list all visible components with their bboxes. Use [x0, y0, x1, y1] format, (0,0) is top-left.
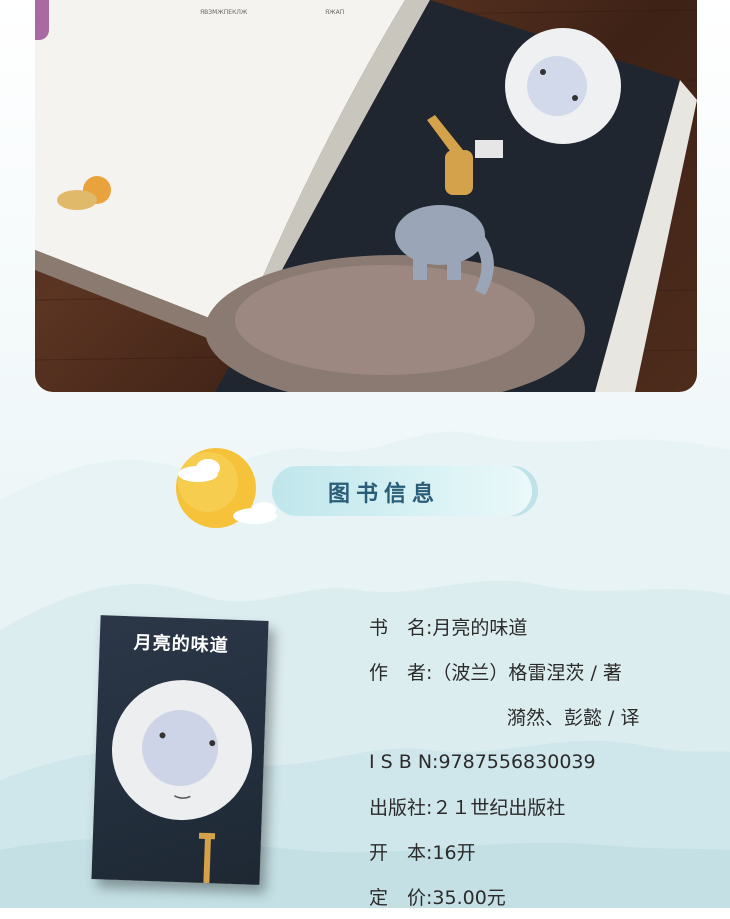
info-row-translator: 漪然、彭懿 / 译	[369, 694, 699, 739]
section-header: 图书信息	[160, 436, 560, 546]
flower-decoration	[35, 0, 49, 40]
info-value-author: （波兰）格雷涅茨 / 著	[432, 662, 622, 684]
info-label-format: 开 本:	[369, 842, 433, 864]
info-row-author: 作 者: （波兰）格雷涅茨 / 著	[369, 649, 699, 694]
info-label-price: 定 价:	[369, 887, 433, 909]
info-value-price: 35.00元	[432, 887, 506, 909]
info-value-translator: 漪然、彭懿 / 译	[507, 707, 640, 729]
book-cover: 月亮的味道	[91, 615, 269, 885]
info-label-author: 作 者:	[369, 662, 433, 684]
info-row-title: 书 名: 月亮的味道	[369, 604, 699, 649]
info-label-publisher: 出版社:	[369, 797, 433, 819]
info-row-price: 定 价: 35.00元	[369, 874, 699, 919]
info-value-isbn: 9787556830039	[438, 750, 596, 773]
info-row-publisher: 出版社: ２１世纪出版社	[369, 784, 699, 829]
info-value-publisher: ２１世纪出版社	[432, 797, 566, 819]
info-label-title: 书 名:	[369, 617, 433, 639]
book-photo: ЯВЗМЖПЕКЛЖ ЯЖАП	[35, 0, 697, 392]
section-title: 图书信息	[328, 482, 441, 507]
info-value-title: 月亮的味道	[432, 617, 528, 639]
page-tiny-text: ЯВЗМЖПЕКЛЖ	[200, 9, 248, 16]
info-label-isbn: I S B N:	[369, 750, 439, 773]
open-book-illustration: ЯВЗМЖПЕКЛЖ ЯЖАП	[35, 0, 697, 392]
info-row-isbn: I S B N: 9787556830039	[369, 739, 699, 784]
book-info-list: 书 名: 月亮的味道 作 者: （波兰）格雷涅茨 / 著 漪然、彭懿 / 译 I…	[369, 604, 699, 919]
page-tiny-text-2: ЯЖАП	[325, 9, 344, 16]
info-value-format: 16开	[432, 842, 476, 864]
cover-illustration	[111, 680, 252, 884]
info-row-format: 开 本: 16开	[369, 829, 699, 874]
moon-cloud-icon	[176, 448, 277, 528]
